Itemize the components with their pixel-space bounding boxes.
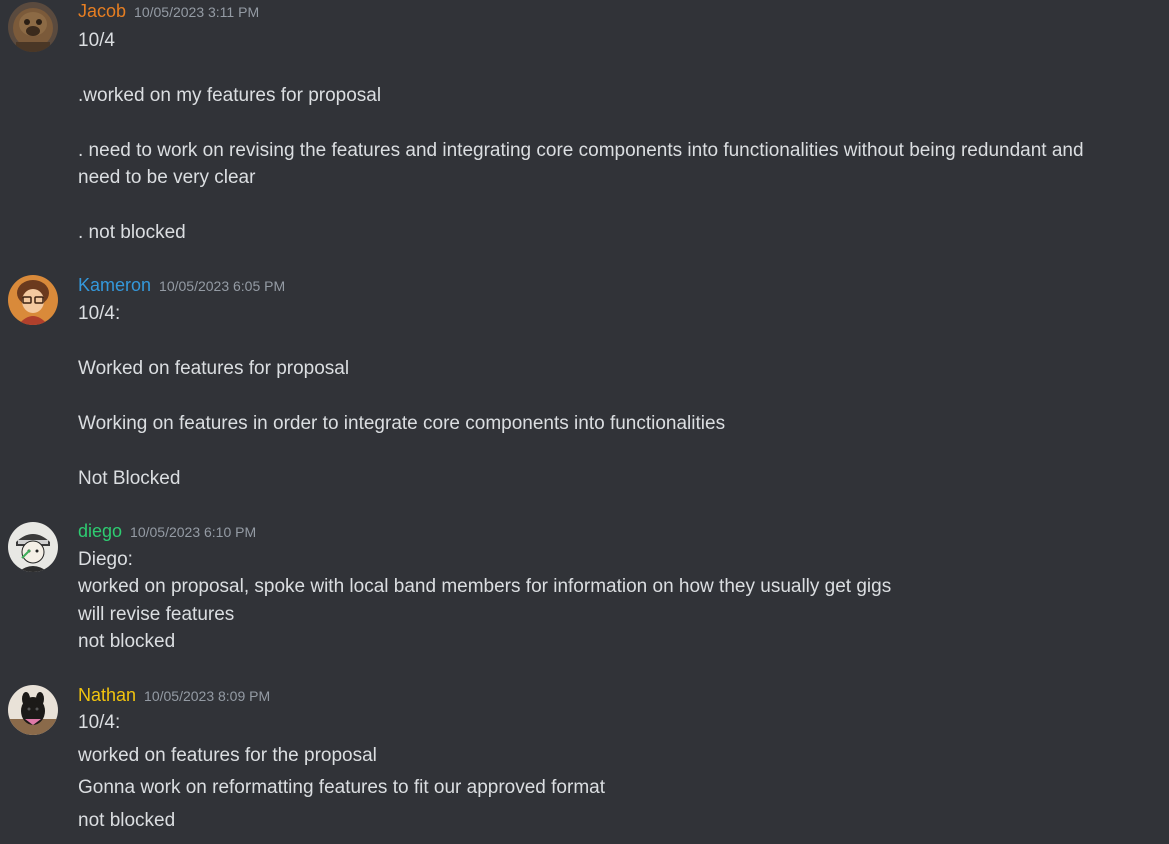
- message-line: will revise features: [78, 604, 235, 625]
- message-line: . not blocked: [78, 222, 186, 243]
- timestamp: 10/05/2023 6:10 PM: [130, 524, 257, 540]
- message-line: worked on features for the proposal: [78, 745, 377, 766]
- message-line: not blocked: [78, 810, 176, 831]
- message-header: Kameron 10/05/2023 6:05 PM: [78, 275, 285, 299]
- avatar-diego-icon[interactable]: [8, 522, 58, 572]
- username[interactable]: Nathan: [78, 685, 136, 705]
- username[interactable]: diego: [78, 521, 122, 541]
- message-line: Diego:: [78, 549, 133, 570]
- message-line: 10/4:: [78, 303, 121, 324]
- avatar-kameron-icon[interactable]: [8, 275, 58, 325]
- message-line: 10/4:: [78, 712, 121, 733]
- username[interactable]: Jacob: [78, 1, 126, 21]
- message-line: worked on proposal, spoke with local ban…: [78, 576, 892, 597]
- message-header: Nathan 10/05/2023 8:09 PM: [78, 685, 270, 709]
- avatar-jacob-icon[interactable]: [8, 2, 58, 52]
- message-line: Gonna work on reformatting features to f…: [78, 777, 605, 798]
- message-line: Worked on features for proposal: [78, 358, 350, 379]
- message-line: .worked on my features for proposal: [78, 85, 382, 106]
- timestamp: 10/05/2023 3:11 PM: [134, 4, 260, 20]
- message-header: diego 10/05/2023 6:10 PM: [78, 521, 256, 545]
- message-line: Working on features in order to integrat…: [78, 413, 726, 434]
- message-line: 10/4: [78, 30, 115, 51]
- message-line: . need to work on revising the features …: [78, 140, 1084, 188]
- message-line: not blocked: [78, 631, 176, 652]
- message-header: Jacob 10/05/2023 3:11 PM: [78, 1, 259, 25]
- message-line: Not Blocked: [78, 468, 181, 489]
- username[interactable]: Kameron: [78, 275, 151, 295]
- avatar-nathan-icon[interactable]: [8, 685, 58, 735]
- message-list: Jacob 10/05/2023 3:11 PM 10/4 .worked on …: [0, 0, 1169, 844]
- timestamp: 10/05/2023 6:05 PM: [159, 278, 286, 294]
- timestamp: 10/05/2023 8:09 PM: [144, 688, 271, 704]
